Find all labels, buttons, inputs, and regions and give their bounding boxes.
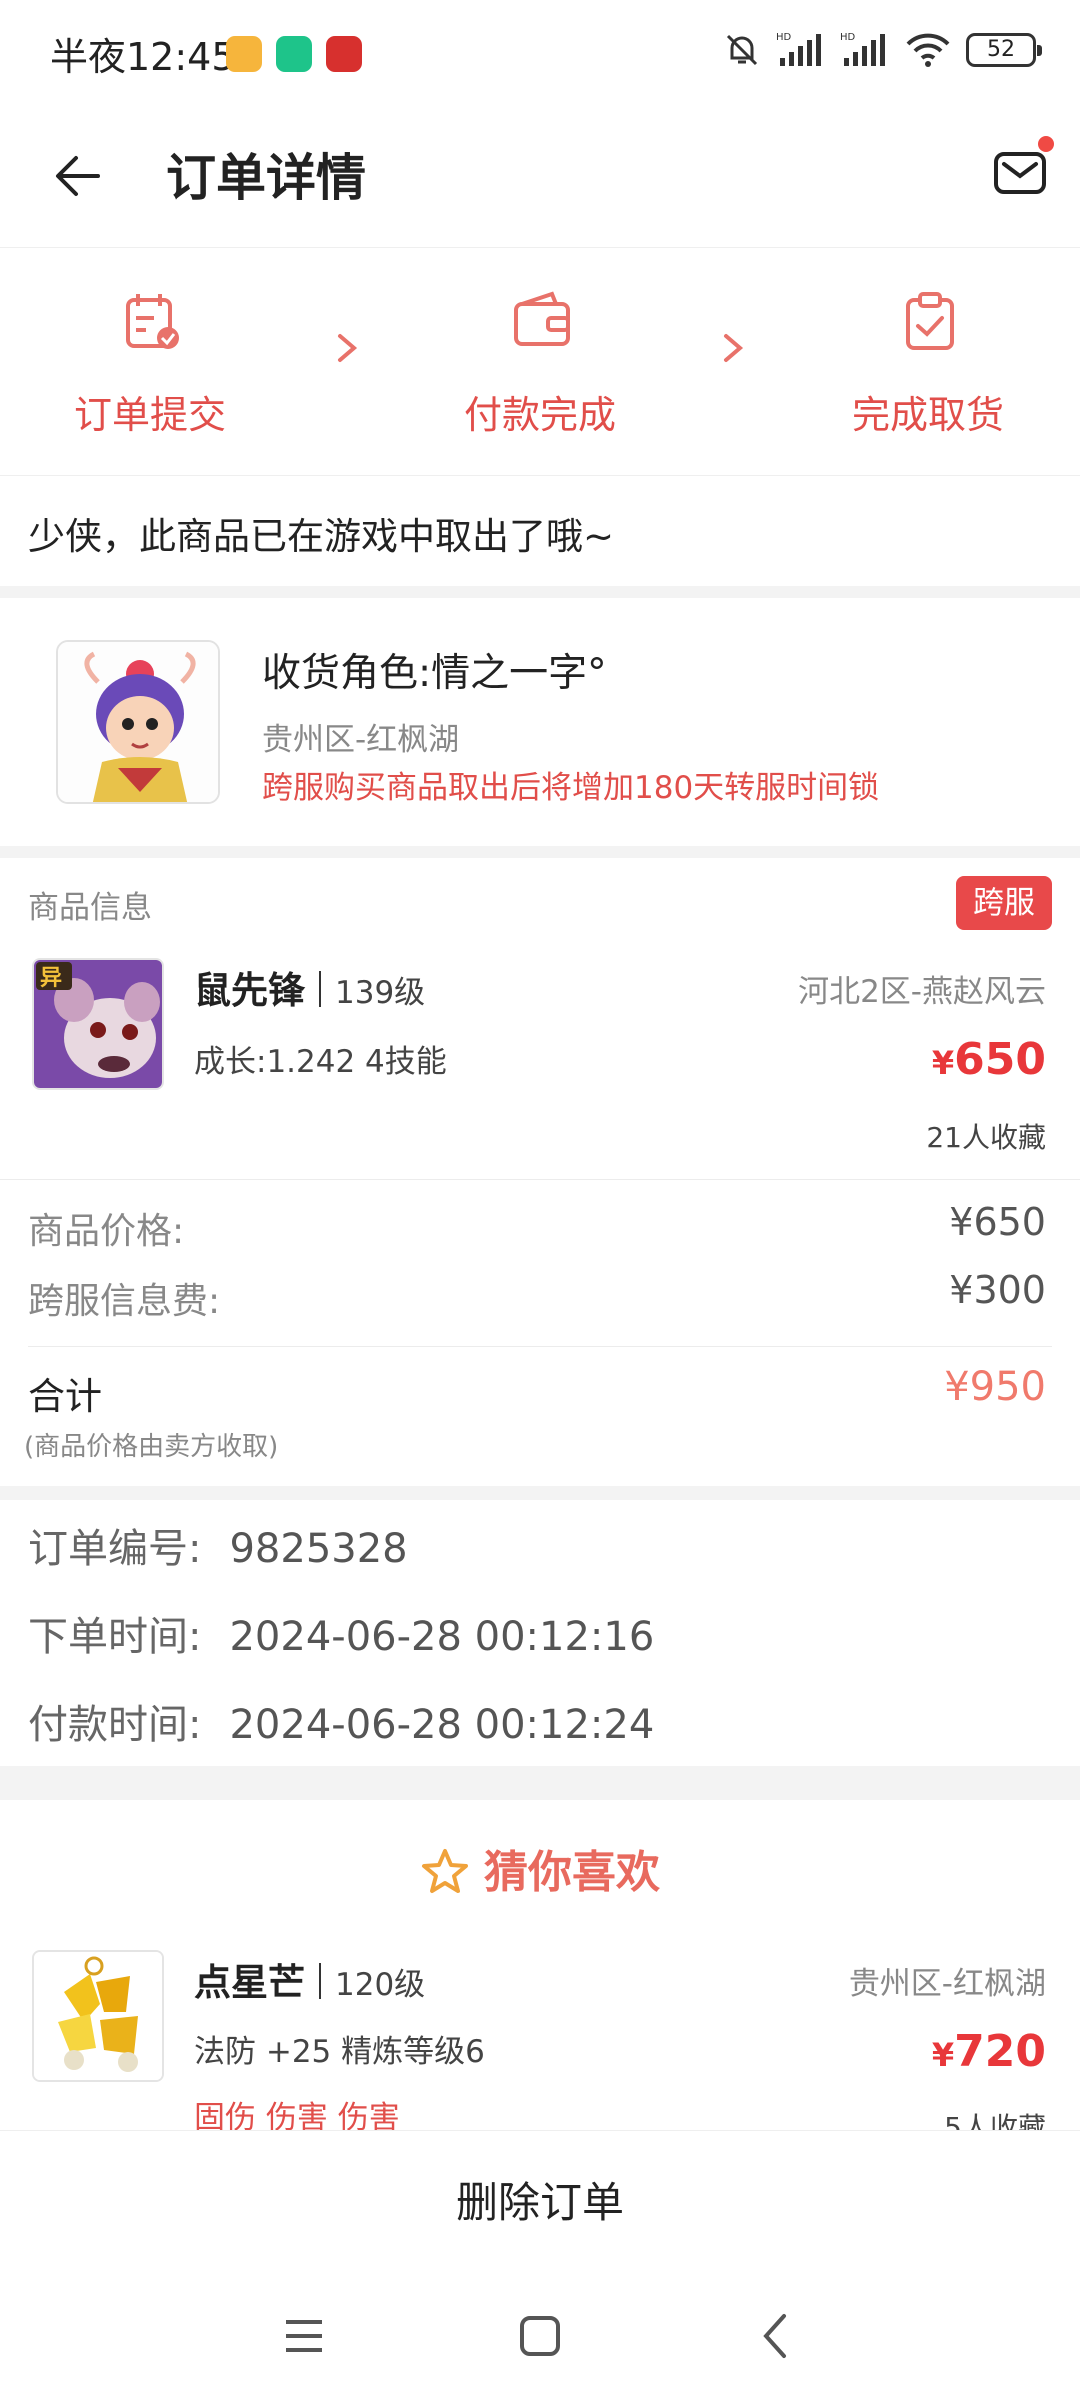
chevron-right-icon	[338, 334, 358, 362]
order-number-label: 订单编号:	[28, 1526, 202, 1572]
security-app-icon	[276, 36, 312, 72]
separator	[319, 971, 321, 1007]
receiver-name: 收货角色:情之一字°	[262, 651, 607, 696]
recommend-title: 猜你喜欢	[484, 1847, 660, 1898]
menu-icon[interactable]	[274, 2306, 334, 2366]
step-label: 订单提交	[73, 393, 226, 437]
svg-text:HD: HD	[840, 32, 856, 43]
recommend-item-server: 贵州区-红枫湖	[848, 1966, 1046, 2002]
pickup-notice: 少侠，此商品已在游戏中取出了哦~	[0, 476, 1080, 586]
app-header: 订单详情	[0, 104, 1080, 248]
battery-indicator: 52	[966, 33, 1042, 67]
recommend-item-level: 120级	[335, 1967, 426, 2003]
signal-hd-icon-2: HD	[840, 32, 885, 66]
item-price: ¥650	[932, 1034, 1046, 1085]
receiver-card: 收货角色:情之一字° 贵州区-红枫湖 跨服购买商品取出后将增加180天转服时间锁	[0, 598, 1080, 846]
currency-symbol: ¥	[931, 2036, 955, 2074]
fee-label: 跨服信息费:	[28, 1281, 221, 1322]
home-square-icon[interactable]	[510, 2306, 570, 2366]
item-attributes: 成长:1.242 4技能	[194, 1044, 447, 1080]
section-gap	[0, 1766, 1080, 1800]
divider	[28, 1346, 1052, 1347]
separator	[319, 1963, 321, 1999]
system-nav-bar	[0, 2270, 1080, 2400]
messages-button[interactable]	[990, 136, 1054, 202]
unread-dot	[1038, 136, 1054, 152]
delete-order-button[interactable]: 删除订单	[0, 2169, 1080, 2230]
recommend-item-price: ¥720	[932, 2026, 1046, 2077]
total-value: ¥950	[944, 1364, 1046, 1410]
back-arrow-icon[interactable]	[48, 146, 108, 206]
pet-thumbnail: 异	[32, 958, 164, 1090]
bottom-action-bar: 删除订单	[0, 2130, 1080, 2270]
recommend-item-name: 点星芒	[194, 1961, 305, 2004]
status-time: 半夜12:45	[50, 35, 236, 79]
order-number-row: 订单编号: 9825328	[28, 1516, 408, 1574]
fee-value: ¥300	[949, 1268, 1046, 1312]
page-title: 订单详情	[166, 149, 366, 207]
status-app-icons	[226, 36, 362, 72]
clipboard-check-icon	[906, 292, 954, 350]
step-order-submitted: 订单提交	[30, 248, 270, 476]
recommend-title-row: 猜你喜欢	[0, 1836, 1080, 1900]
notes-app-icon	[226, 36, 262, 72]
game-app-icon	[326, 36, 362, 72]
wallet-icon	[514, 291, 570, 346]
item-name-row: 鼠先锋 139级	[194, 960, 425, 1014]
order-paid-label: 付款时间:	[28, 1702, 202, 1748]
total-label: 合计	[28, 1375, 102, 1418]
section-gap	[0, 846, 1080, 858]
section-label: 商品信息	[28, 890, 152, 926]
price-amount: 650	[954, 1034, 1046, 1085]
status-bar: 半夜12:45 HD HD 52	[0, 0, 1080, 104]
svg-text:HD: HD	[776, 32, 792, 43]
order-created-label: 下单时间:	[28, 1614, 202, 1660]
order-progress: 订单提交 付款完成 完成取货	[0, 248, 1080, 476]
order-paid-value: 2024-06-28 00:12:24	[229, 1702, 655, 1748]
recommend-item-thumbnail[interactable]	[32, 1950, 164, 2082]
section-gap	[0, 586, 1080, 598]
recommend-item-tags: 固伤 伤害 伤害	[194, 2100, 400, 2130]
recommend-item-attributes: 法防 +25 精炼等级6	[194, 2034, 485, 2070]
character-avatar	[56, 640, 220, 804]
item-name: 鼠先锋	[194, 969, 305, 1012]
recommend-favorites-count: 5人收藏	[944, 2111, 1046, 2130]
item-level: 139级	[335, 975, 426, 1011]
section-gap	[0, 1486, 1080, 1500]
signal-hd-icon: HD	[776, 32, 821, 66]
favorites-count: 21人收藏	[926, 1121, 1046, 1154]
receiver-server: 贵州区-红枫湖	[262, 722, 460, 758]
svg-text:异: 异	[40, 966, 62, 991]
notice-text: 少侠，此商品已在游戏中取出了哦~	[28, 515, 615, 558]
star-icon	[422, 1849, 468, 1893]
recommend-item-name-row[interactable]: 点星芒 120级	[194, 1952, 425, 2006]
mute-bell-icon	[726, 34, 758, 66]
product-info[interactable]: 商品信息 跨服 异 鼠先锋 139级 河北2区-燕赵风云 成长:1.242 4技能…	[0, 858, 1080, 1180]
price-breakdown: 商品价格: ¥650 跨服信息费: ¥300 合计 (商品价格由卖方收取) ¥9…	[0, 1180, 1080, 1486]
currency-symbol: ¥	[931, 1044, 955, 1082]
price-amount: 720	[954, 2026, 1046, 2077]
order-paid-row: 付款时间: 2024-06-28 00:12:24	[28, 1692, 654, 1750]
price-label: 商品价格:	[28, 1211, 185, 1252]
total-note: (商品价格由卖方收取)	[24, 1432, 279, 1462]
mail-icon	[994, 152, 1046, 194]
item-server: 河北2区-燕赵风云	[798, 974, 1046, 1010]
order-number-value: 9825328	[229, 1526, 408, 1572]
order-meta: 订单编号: 9825328 下单时间: 2024-06-28 00:12:16 付款…	[0, 1500, 1080, 1760]
transfer-lock-warning: 跨服购买商品取出后将增加180天转服时间锁	[262, 770, 880, 806]
step-label: 完成取货	[851, 393, 1004, 437]
cross-server-badge: 跨服	[956, 876, 1052, 930]
calendar-check-icon	[126, 294, 179, 349]
order-created-value: 2024-06-28 00:12:16	[229, 1614, 655, 1660]
price-value: ¥650	[949, 1200, 1046, 1244]
order-created-row: 下单时间: 2024-06-28 00:12:16	[28, 1604, 654, 1662]
status-right: HD HD 52	[722, 30, 1042, 70]
recommendations: 猜你喜欢 点星芒 120级 贵州区-红枫湖 法防 +25 精炼等级6 ¥720 固…	[0, 1800, 1080, 2130]
wifi-icon	[906, 33, 950, 67]
back-triangle-icon[interactable]	[746, 2306, 806, 2366]
step-label: 付款完成	[463, 393, 616, 437]
chevron-right-icon	[724, 334, 744, 362]
step-pickup-complete: 完成取货	[808, 248, 1048, 476]
step-payment-complete: 付款完成	[420, 248, 660, 476]
